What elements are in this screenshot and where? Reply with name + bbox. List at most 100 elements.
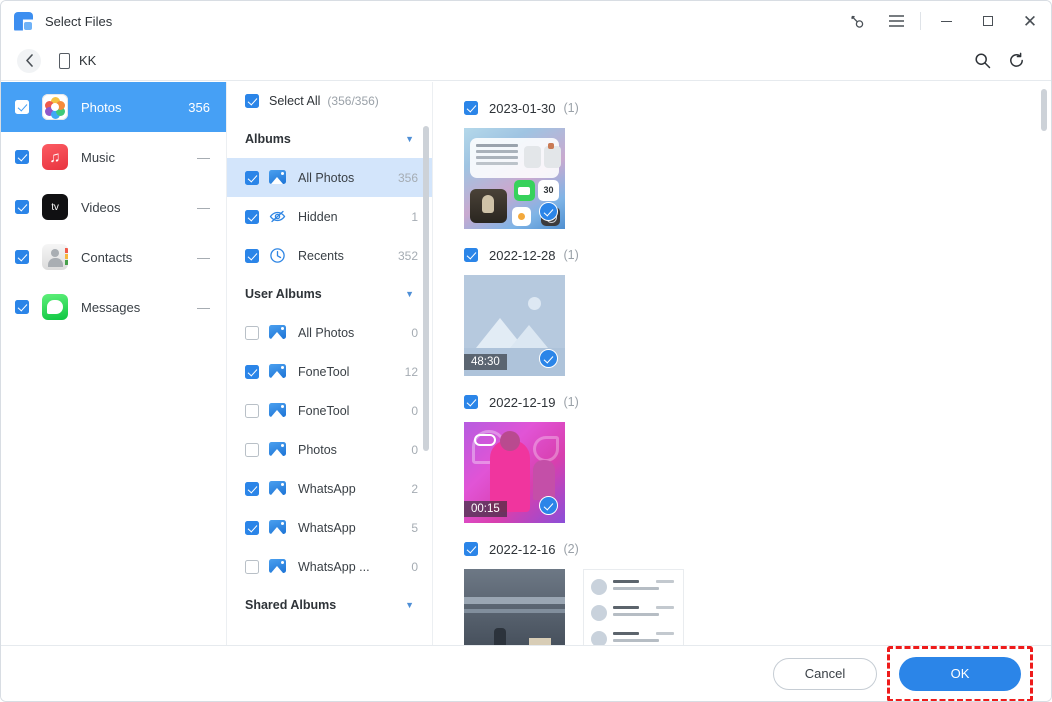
sidebar-item-messages[interactable]: Messages — <box>1 282 226 332</box>
sidebar-label-contacts: Contacts <box>81 249 133 265</box>
album-name: Recents <box>298 248 344 263</box>
date-group: 2022-12-28 (1) 48:30 <box>433 237 1051 376</box>
sidebar-label-messages: Messages <box>81 299 141 315</box>
chevron-down-icon[interactable]: ▼ <box>405 289 414 299</box>
date-label: 2022-12-16 <box>489 541 556 557</box>
thumbnail-row: 00:15 <box>464 422 1051 523</box>
category-sidebar: Photos 356 ♫ Music — tv Videos — Contact… <box>1 82 227 647</box>
ok-button[interactable]: OK <box>899 656 1021 691</box>
cancel-button[interactable]: Cancel <box>773 657 877 690</box>
date-group-header[interactable]: 2022-12-19 (1) <box>464 384 1051 420</box>
date-group-header[interactable]: 2023-01-30 (1) <box>464 90 1051 126</box>
hamburger-menu-icon[interactable] <box>876 1 916 41</box>
section-title-albums: Albums <box>245 132 291 146</box>
key-icon[interactable] <box>836 1 876 41</box>
sidebar-item-music[interactable]: ♫ Music — <box>1 132 226 182</box>
back-button[interactable] <box>17 48 41 73</box>
date-group-checkbox[interactable] <box>464 101 478 115</box>
photo-album-icon <box>269 558 286 575</box>
photo-thumbnail[interactable] <box>464 569 565 647</box>
album-row-photos[interactable]: Photos 0 <box>227 430 432 469</box>
thumbnail-duration: 00:15 <box>464 501 507 517</box>
album-row-whatsapp-3[interactable]: WhatsApp ... 0 <box>227 547 432 586</box>
date-group-checkbox[interactable] <box>464 542 478 556</box>
photo-grid: 2023-01-30 (1) 30 2022-12-28 (1) 48:30 2… <box>433 82 1051 647</box>
sidebar-checkbox-contacts[interactable] <box>15 250 29 264</box>
sidebar-item-videos[interactable]: tv Videos — <box>1 182 226 232</box>
sidebar-count-photos: 356 <box>188 99 210 115</box>
album-row-hidden[interactable]: Hidden 1 <box>227 197 432 236</box>
chevron-down-icon[interactable]: ▼ <box>405 600 414 610</box>
album-checkbox[interactable] <box>245 364 259 379</box>
refresh-icon[interactable] <box>999 46 1033 76</box>
album-count: 12 <box>404 364 418 379</box>
album-count: 0 <box>411 325 418 340</box>
album-checkbox[interactable] <box>245 403 259 418</box>
photo-grid-scrollbar[interactable] <box>1041 89 1047 131</box>
thumbnail-selected-check[interactable] <box>539 496 558 515</box>
select-all-row[interactable]: Select All (356/356) <box>227 82 432 120</box>
sidebar-checkbox-videos[interactable] <box>15 200 29 214</box>
thumbnail-selected-check[interactable] <box>539 202 558 221</box>
sidebar-count-videos: — <box>197 199 210 215</box>
album-row-user-all-photos[interactable]: All Photos 0 <box>227 313 432 352</box>
thumbnail-selected-check[interactable] <box>539 349 558 368</box>
select-all-label: Select All <box>269 94 321 108</box>
minimize-icon[interactable] <box>925 1 967 41</box>
chevron-down-icon[interactable]: ▼ <box>405 134 414 144</box>
sidebar-item-photos[interactable]: Photos 356 <box>1 82 226 132</box>
photo-album-icon <box>269 169 286 186</box>
window-title: Select Files <box>45 13 113 29</box>
close-icon[interactable]: ✕ <box>1009 1 1051 41</box>
section-header-albums[interactable]: Albums ▼ <box>227 120 432 158</box>
sidebar-count-music: — <box>197 149 210 165</box>
album-checkbox[interactable] <box>245 325 259 340</box>
maximize-icon[interactable] <box>967 1 1009 41</box>
photo-thumbnail[interactable]: 30 <box>464 128 565 229</box>
select-files-window: Select Files ✕ KK Photos 356 ♫ Music — t… <box>0 0 1052 702</box>
section-header-shared-albums[interactable]: Shared Albums ▼ <box>227 586 432 624</box>
search-icon[interactable] <box>965 46 999 76</box>
window-controls: ✕ <box>836 1 1051 41</box>
album-checkbox[interactable] <box>245 442 259 457</box>
album-name: FoneTool <box>298 403 350 418</box>
album-checkbox[interactable] <box>245 481 259 496</box>
photo-album-icon <box>269 363 286 380</box>
section-header-user-albums[interactable]: User Albums ▼ <box>227 275 432 313</box>
eye-off-icon <box>269 208 286 225</box>
photo-thumbnail[interactable] <box>583 569 684 647</box>
album-row-whatsapp-1[interactable]: WhatsApp 2 <box>227 469 432 508</box>
album-name: WhatsApp <box>298 481 356 496</box>
albums-scrollbar[interactable] <box>423 126 429 451</box>
album-row-fonetool-2[interactable]: FoneTool 0 <box>227 391 432 430</box>
date-group-header[interactable]: 2022-12-28 (1) <box>464 237 1051 273</box>
album-checkbox[interactable] <box>245 170 259 185</box>
photo-album-icon <box>269 480 286 497</box>
sidebar-checkbox-music[interactable] <box>15 150 29 164</box>
date-group-checkbox[interactable] <box>464 395 478 409</box>
sidebar-checkbox-photos[interactable] <box>15 100 29 114</box>
album-row-recents[interactable]: Recents 352 <box>227 236 432 275</box>
sidebar-item-contacts[interactable]: Contacts — <box>1 232 226 282</box>
album-row-fonetool-1[interactable]: FoneTool 12 <box>227 352 432 391</box>
sidebar-count-messages: — <box>197 299 210 315</box>
album-checkbox[interactable] <box>245 520 259 535</box>
album-row-all-photos[interactable]: All Photos 356 <box>227 158 432 197</box>
album-name: Photos <box>298 442 337 457</box>
sidebar-checkbox-messages[interactable] <box>15 300 29 314</box>
album-checkbox[interactable] <box>245 559 259 574</box>
photo-thumbnail[interactable]: 48:30 <box>464 275 565 376</box>
thumbnail-calendar-day: 30 <box>538 180 559 201</box>
sidebar-label-music: Music <box>81 149 115 165</box>
date-count: (1) <box>563 248 579 262</box>
photo-album-icon <box>269 324 286 341</box>
select-all-checkbox[interactable] <box>245 94 259 108</box>
date-group-checkbox[interactable] <box>464 248 478 262</box>
date-group-header[interactable]: 2022-12-16 (2) <box>464 531 1051 567</box>
album-checkbox[interactable] <box>245 248 259 263</box>
device-name: KK <box>79 53 97 68</box>
album-row-whatsapp-2[interactable]: WhatsApp 5 <box>227 508 432 547</box>
photo-thumbnail[interactable]: 00:15 <box>464 422 565 523</box>
album-checkbox[interactable] <box>245 209 259 224</box>
photos-app-icon <box>42 94 68 120</box>
